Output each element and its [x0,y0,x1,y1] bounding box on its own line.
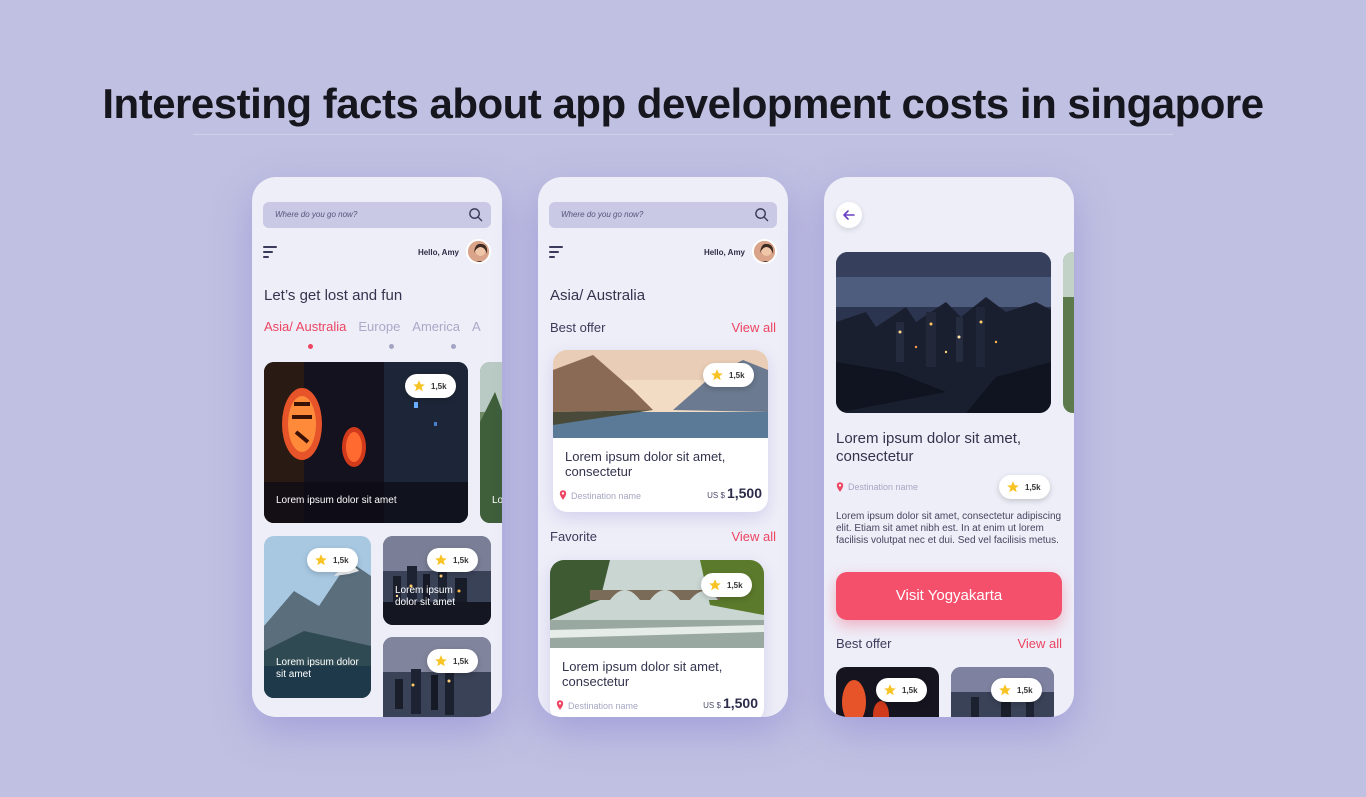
rating-value: 1,5k [333,556,349,565]
best-offer-view-all-link[interactable]: View all [1017,636,1062,651]
card-title: Lorem ipsum dolor sit amet, consectetur [562,659,723,689]
card-caption: Lorem ipsum dolor sit amet [276,657,359,680]
rating-value: 1,5k [453,657,469,666]
hamburger-menu-icon[interactable] [549,246,563,258]
favorite-heading: Favorite [550,529,597,544]
phone-region-screen: Where do you go now? Hello, Amy Asia/ Au… [538,177,788,717]
best-offer-view-all-link[interactable]: View all [731,320,776,335]
forest-photo [1063,252,1074,413]
region-tabs: Asia/ Australia Europe America A [264,319,493,334]
phone-home-screen: Where do you go now? Hello, Amy Let’s ge… [252,177,502,717]
best-offer-heading: Best offer [836,636,892,651]
star-icon [315,554,327,566]
price-value: 1,500 [722,695,758,711]
best-offer-thumb[interactable]: 1,5k [836,667,939,717]
card-caption: Lorem ipsum dolor sit amet [276,495,397,506]
rating-badge: 1,5k [427,548,478,572]
destination-name: Destination name [848,482,919,492]
search-icon[interactable] [754,207,769,222]
star-icon [435,554,447,566]
city-skyline-photo [836,252,1051,413]
rating-value: 1,5k [727,581,743,590]
star-icon [884,684,896,696]
detail-description: Lorem ipsum dolor sit amet, consectetur … [836,511,1062,546]
tab-europe[interactable]: Europe [358,319,400,334]
favorite-view-all-link[interactable]: View all [731,529,776,544]
star-icon [711,369,723,381]
tab-asia-australia[interactable]: Asia/ Australia [264,319,346,334]
price-label: US $1,500 [707,485,762,501]
currency-label: US $ [703,701,721,710]
hamburger-menu-icon[interactable] [263,246,277,258]
currency-label: US $ [707,491,725,500]
rating-value: 1,5k [902,686,918,695]
rating-badge: 1,5k [307,548,358,572]
greeting-text: Hello, Amy [703,248,745,257]
card-caption: Lo [492,495,502,506]
avatar[interactable] [466,239,491,264]
favorite-card[interactable]: 1,5k Lorem ipsum dolor sit amet, consect… [550,560,764,717]
arrow-left-icon [843,210,855,220]
avatar[interactable] [752,239,777,264]
tab-more[interactable]: A [472,319,481,334]
star-icon [999,684,1011,696]
phone-detail-screen: Lorem ipsum dolor sit amet, consectetur … [824,177,1074,717]
tab-indicator [451,344,456,349]
page-title: Asia/ Australia [550,287,646,304]
detail-title: Lorem ipsum dolor sit amet, consectetur [836,430,1022,465]
search-bar[interactable]: Where do you go now? [549,202,777,228]
next-image-peek[interactable] [1063,252,1074,413]
search-icon[interactable] [468,207,483,222]
rating-value: 1,5k [431,382,447,391]
headline-divider [193,134,1173,135]
rating-badge: 1,5k [703,363,754,387]
page-headline: Interesting facts about app development … [102,80,1264,127]
best-offer-thumb[interactable]: 1,5k [951,667,1054,717]
destination-card-peek[interactable]: Lo [480,362,502,523]
rating-badge: 1,5k [701,573,752,597]
destination-name: Destination name [571,491,642,501]
destination-card[interactable]: 1,5k Lorem ipsum dolor sit amet [383,536,491,625]
price-value: 1,500 [726,485,762,501]
location-pin-icon [556,700,564,710]
page-title: Let’s get lost and fun [264,287,403,304]
location-pin-icon [559,490,567,500]
search-bar[interactable]: Where do you go now? [263,202,491,228]
destination-name: Destination name [568,701,639,711]
detail-hero-image [836,252,1051,413]
best-offer-heading: Best offer [550,320,606,335]
rating-value: 1,5k [729,371,745,380]
search-input[interactable]: Where do you go now? [561,210,643,219]
star-icon [1007,481,1019,493]
rating-value: 1,5k [1025,483,1041,492]
tab-america[interactable]: America [412,319,460,334]
rating-value: 1,5k [1017,686,1033,695]
search-input[interactable]: Where do you go now? [275,210,357,219]
rating-value: 1,5k [453,556,469,565]
greeting-text: Hello, Amy [417,248,459,257]
rating-badge: 1,5k [405,374,456,398]
card-title: Lorem ipsum dolor sit amet, consectetur [565,449,726,479]
tab-indicator [389,344,394,349]
back-button[interactable] [836,202,862,228]
destination-card[interactable]: 1,5k Lorem ipsum dolor sit amet [264,536,371,698]
card-caption: Lorem ipsum dolor sit amet [395,585,456,608]
star-icon [413,380,425,392]
rating-badge: 1,5k [876,678,927,702]
visit-button[interactable]: Visit Yogyakarta [836,572,1062,620]
destination-card[interactable]: 1,5k [383,637,491,717]
rating-badge: 1,5k [999,475,1050,499]
destination-card-large[interactable]: 1,5k Lorem ipsum dolor sit amet [264,362,468,523]
location-pin-icon [836,482,844,492]
best-offer-card[interactable]: 1,5k Lorem ipsum dolor sit amet, consect… [553,350,768,512]
rating-badge: 1,5k [991,678,1042,702]
price-label: US $1,500 [703,695,758,711]
star-icon [435,655,447,667]
rating-badge: 1,5k [427,649,478,673]
star-icon [709,579,721,591]
tab-indicator-active [308,344,313,349]
